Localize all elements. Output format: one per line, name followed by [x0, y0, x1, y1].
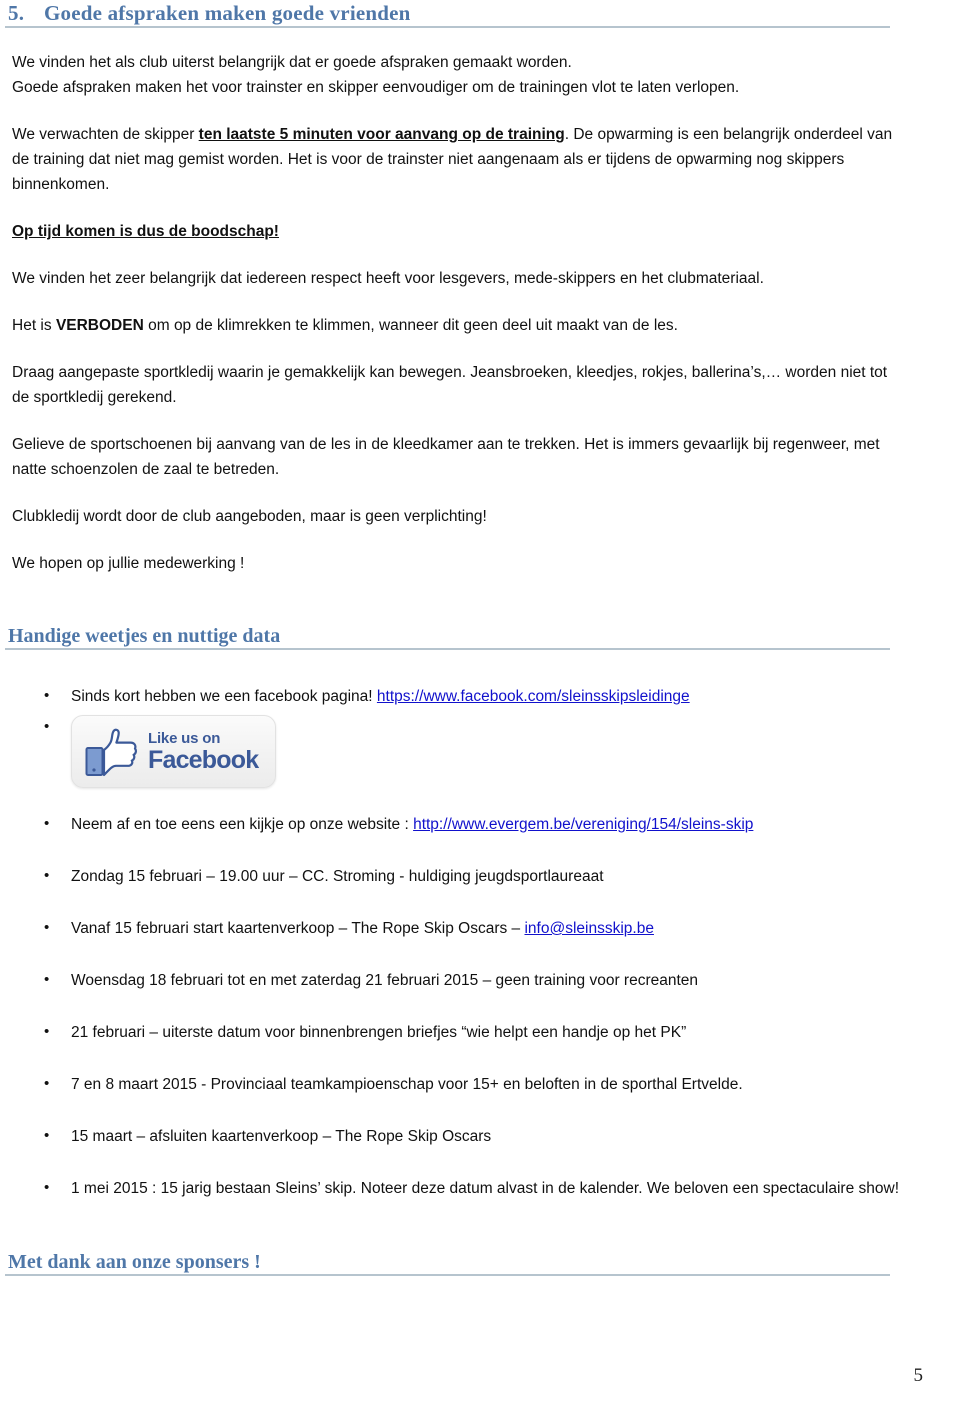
punctuality-text: Op tijd komen is dus de boodschap! — [12, 223, 279, 240]
section2-heading-block: Handige weetjes en nuttige data — [0, 624, 960, 650]
paragraph-respect: We vinden het zeer belangrijk dat iedere… — [12, 270, 764, 287]
paragraph-arrival-emphasis: ten laatste 5 minuten voor aanvang op de… — [198, 126, 565, 143]
list-item: 15 maart – afsluiten kaartenverkoop – Th… — [0, 1123, 960, 1149]
paragraph-closing: We hopen op jullie medewerking ! — [12, 555, 245, 572]
sponsors-title: Met dank aan onze sponsers ! — [8, 1251, 261, 1273]
facebook-page-link[interactable]: https://www.facebook.com/sleinsskipsleid… — [377, 688, 690, 705]
facebook-badge-wrapper: Like us on Facebook — [0, 715, 910, 788]
list-item-text: Zondag 15 februari – 19.00 uur – CC. Str… — [71, 868, 604, 885]
website-link[interactable]: http://www.evergem.be/vereniging/154/sle… — [413, 816, 753, 833]
paragraph-arrival-time: We verwachten de skipper ten laatste 5 m… — [0, 122, 960, 197]
climbing-ban-pre: Het is — [12, 317, 56, 334]
section-title: Goede afspraken maken goede vrienden — [44, 1, 411, 25]
facebook-badge-text: Like us on Facebook — [148, 729, 259, 774]
list-item: Woensdag 18 februari tot en met zaterdag… — [0, 967, 960, 993]
sponsors-heading-rule — [5, 1274, 890, 1276]
facebook-brand-label: Facebook — [148, 745, 259, 774]
list-item-text: 21 februari – uiterste datum voor binnen… — [71, 1024, 687, 1041]
section2-title: Handige weetjes en nuttige data — [8, 625, 281, 647]
list-item: 21 februari – uiterste datum voor binnen… — [0, 1019, 960, 1045]
paragraph-clubwear: Clubkledij wordt door de club aangeboden… — [12, 508, 487, 525]
document-page: 5. Goede afspraken maken goede vrienden … — [0, 0, 960, 1403]
section-heading-block: 5. Goede afspraken maken goede vrienden — [0, 0, 960, 28]
paragraph-punctuality-callout: Op tijd komen is dus de boodschap! — [0, 219, 960, 244]
list-item: Sinds kort hebben we een facebook pagina… — [0, 683, 960, 709]
list-item-text: 1 mei 2015 : 15 jarig bestaan Sleins’ sk… — [71, 1180, 900, 1197]
section-number: 5. — [8, 1, 25, 25]
list-item: Neem af en toe eens een kijkje op onze w… — [0, 811, 960, 837]
paragraph-climbing-ban: Het is VERBODEN om op de klimrekken te k… — [0, 313, 960, 338]
list-item: 1 mei 2015 : 15 jarig bestaan Sleins’ sk… — [0, 1175, 960, 1201]
page-number: 5 — [913, 1365, 924, 1386]
facebook-like-label: Like us on — [148, 729, 221, 747]
list-item-text: Woensdag 18 februari tot en met zaterdag… — [71, 972, 699, 989]
facts-list: Sinds kort hebben we een facebook pagina… — [0, 683, 960, 1201]
paragraph-intro-line2: Goede afspraken maken het voor trainster… — [12, 79, 740, 96]
paragraph-intro-line1: We vinden het als club uiterst belangrij… — [12, 54, 572, 71]
list-item-text: Vanaf 15 februari start kaartenverkoop –… — [71, 920, 525, 937]
climbing-ban-post: om op de klimrekken te klimmen, wanneer … — [143, 317, 678, 334]
list-item: 7 en 8 maart 2015 - Provinciaal teamkamp… — [0, 1071, 960, 1097]
section-heading: 5. Goede afspraken maken goede vrienden — [0, 0, 960, 26]
list-item-text: Neem af en toe eens een kijkje op onze w… — [71, 816, 414, 833]
facebook-badge-item: Like us on Facebook — [0, 714, 960, 788]
thumbs-up-icon — [85, 726, 139, 778]
facebook-like-badge[interactable]: Like us on Facebook — [71, 715, 276, 788]
email-link[interactable]: info@sleinsskip.be — [524, 920, 653, 937]
paragraph-arrival-pre: We verwachten de skipper — [12, 126, 199, 143]
paragraph-sportswear: Draag aangepaste sportkledij waarin je g… — [12, 364, 888, 406]
paragraph-shoes: Gelieve de sportschoenen bij aanvang van… — [12, 436, 880, 478]
list-item-text: 15 maart – afsluiten kaartenverkoop – Th… — [71, 1128, 492, 1145]
list-item: Zondag 15 februari – 19.00 uur – CC. Str… — [0, 863, 960, 889]
list-item: Vanaf 15 februari start kaartenverkoop –… — [0, 915, 960, 941]
list-item-text: 7 en 8 maart 2015 - Provinciaal teamkamp… — [71, 1076, 743, 1093]
list-item-text: Sinds kort hebben we een facebook pagina… — [71, 688, 377, 705]
sponsors-heading-block: Met dank aan onze sponsers ! — [0, 1250, 960, 1276]
climbing-ban-keyword: VERBODEN — [55, 317, 144, 334]
